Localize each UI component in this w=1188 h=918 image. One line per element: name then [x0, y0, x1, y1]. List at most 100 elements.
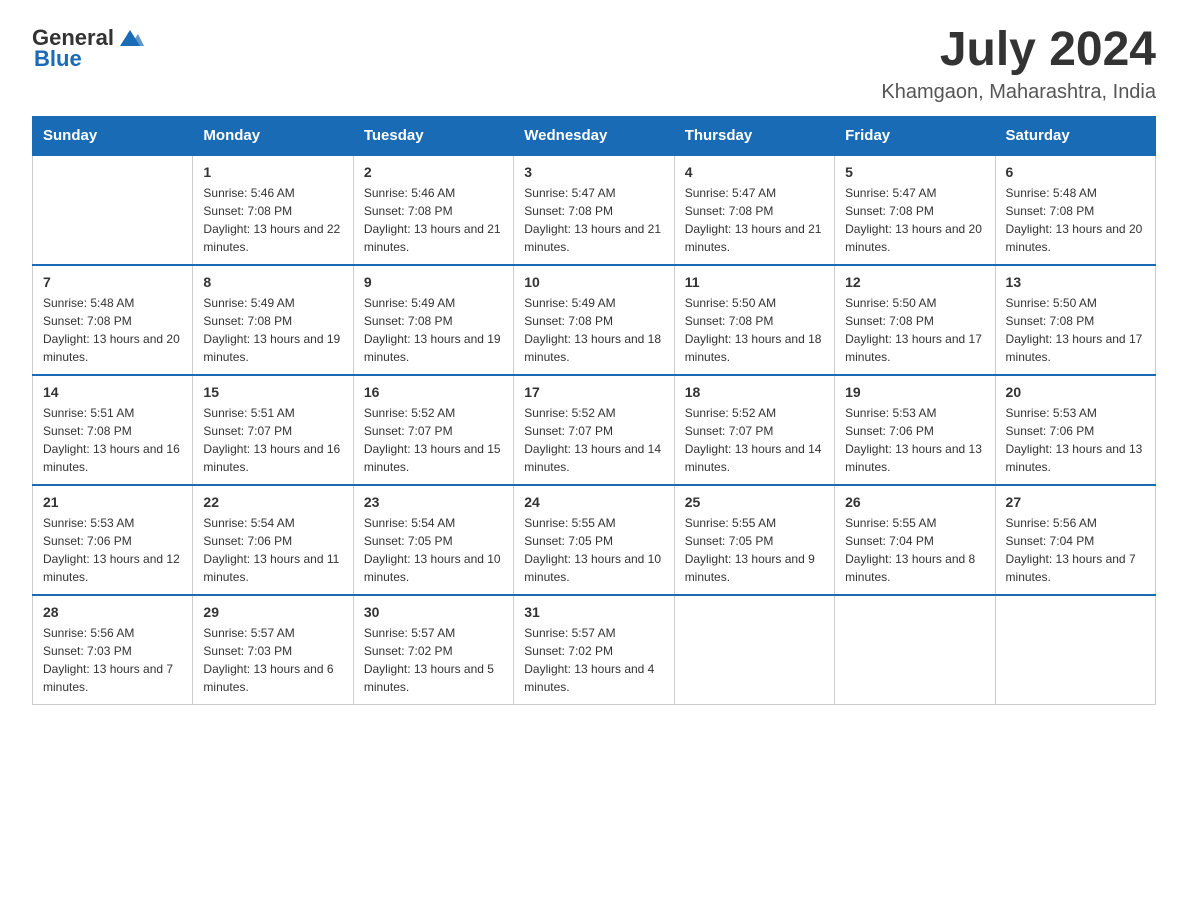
- day-info: Sunrise: 5:57 AMSunset: 7:02 PMDaylight:…: [524, 624, 663, 696]
- day-number: 14: [43, 384, 182, 400]
- day-info: Sunrise: 5:51 AMSunset: 7:07 PMDaylight:…: [203, 404, 342, 476]
- day-number: 23: [364, 494, 503, 510]
- calendar-day-cell: 1 Sunrise: 5:46 AMSunset: 7:08 PMDaylight…: [193, 155, 353, 265]
- calendar-day-cell: 18Sunrise: 5:52 AMSunset: 7:07 PMDayligh…: [674, 375, 834, 485]
- day-info: Sunrise: 5:53 AMSunset: 7:06 PMDaylight:…: [1006, 404, 1145, 476]
- day-of-week-header: Sunday: [33, 116, 193, 155]
- calendar-day-cell: [835, 595, 995, 705]
- calendar-day-cell: 22 Sunrise: 5:54 AMSunset: 7:06 PMDayligh…: [193, 485, 353, 595]
- day-info: Sunrise: 5:52 AMSunset: 7:07 PMDaylight:…: [524, 404, 663, 476]
- day-info: Sunrise: 5:53 AMSunset: 7:06 PMDaylight:…: [43, 514, 182, 586]
- day-info: Sunrise: 5:57 AMSunset: 7:02 PMDaylight:…: [364, 624, 503, 696]
- day-number: 13: [1006, 274, 1145, 290]
- calendar-day-cell: 29 Sunrise: 5:57 AMSunset: 7:03 PMDayligh…: [193, 595, 353, 705]
- calendar-day-cell: 5 Sunrise: 5:47 AMSunset: 7:08 PMDaylight…: [835, 155, 995, 265]
- day-number: 11: [685, 274, 824, 290]
- day-number: 20: [1006, 384, 1145, 400]
- day-number: 17: [524, 384, 663, 400]
- day-number: 31: [524, 604, 663, 620]
- day-number: 26: [845, 494, 984, 510]
- calendar-day-cell: 15 Sunrise: 5:51 AMSunset: 7:07 PMDayligh…: [193, 375, 353, 485]
- day-number: 22: [203, 494, 342, 510]
- calendar-day-cell: 24Sunrise: 5:55 AMSunset: 7:05 PMDayligh…: [514, 485, 674, 595]
- day-number: 16: [364, 384, 503, 400]
- day-number: 8: [203, 274, 342, 290]
- day-number: 5: [845, 164, 984, 180]
- calendar-day-cell: 2 Sunrise: 5:46 AMSunset: 7:08 PMDaylight…: [353, 155, 513, 265]
- day-info: Sunrise: 5:50 AMSunset: 7:08 PMDaylight:…: [845, 294, 984, 366]
- location-subtitle: Khamgaon, Maharashtra, India: [881, 81, 1156, 104]
- day-info: Sunrise: 5:48 AMSunset: 7:08 PMDaylight:…: [1006, 184, 1145, 256]
- calendar-day-cell: 16 Sunrise: 5:52 AMSunset: 7:07 PMDayligh…: [353, 375, 513, 485]
- day-number: 1: [203, 164, 342, 180]
- day-number: 18: [685, 384, 824, 400]
- calendar-day-cell: 12 Sunrise: 5:50 AMSunset: 7:08 PMDayligh…: [835, 265, 995, 375]
- day-number: 30: [364, 604, 503, 620]
- day-of-week-header: Friday: [835, 116, 995, 155]
- calendar-day-cell: 26Sunrise: 5:55 AMSunset: 7:04 PMDayligh…: [835, 485, 995, 595]
- calendar-day-cell: 13 Sunrise: 5:50 AMSunset: 7:08 PMDayligh…: [995, 265, 1155, 375]
- calendar-day-cell: 23Sunrise: 5:54 AMSunset: 7:05 PMDayligh…: [353, 485, 513, 595]
- calendar-day-cell: [33, 155, 193, 265]
- calendar-day-cell: 31 Sunrise: 5:57 AMSunset: 7:02 PMDayligh…: [514, 595, 674, 705]
- day-number: 27: [1006, 494, 1145, 510]
- day-number: 19: [845, 384, 984, 400]
- calendar-day-cell: 27 Sunrise: 5:56 AMSunset: 7:04 PMDayligh…: [995, 485, 1155, 595]
- day-info: Sunrise: 5:46 AMSunset: 7:08 PMDaylight:…: [364, 184, 503, 256]
- day-info: Sunrise: 5:50 AMSunset: 7:08 PMDaylight:…: [1006, 294, 1145, 366]
- day-of-week-header: Monday: [193, 116, 353, 155]
- day-info: Sunrise: 5:50 AMSunset: 7:08 PMDaylight:…: [685, 294, 824, 366]
- day-info: Sunrise: 5:53 AMSunset: 7:06 PMDaylight:…: [845, 404, 984, 476]
- logo-blue: Blue: [34, 46, 82, 72]
- calendar-day-cell: 21 Sunrise: 5:53 AMSunset: 7:06 PMDayligh…: [33, 485, 193, 595]
- calendar-week-row: 28 Sunrise: 5:56 AMSunset: 7:03 PMDayligh…: [33, 595, 1156, 705]
- day-info: Sunrise: 5:51 AMSunset: 7:08 PMDaylight:…: [43, 404, 182, 476]
- calendar-day-cell: 28 Sunrise: 5:56 AMSunset: 7:03 PMDayligh…: [33, 595, 193, 705]
- day-info: Sunrise: 5:49 AMSunset: 7:08 PMDaylight:…: [364, 294, 503, 366]
- day-number: 25: [685, 494, 824, 510]
- title-block: July 2024 Khamgaon, Maharashtra, India: [881, 24, 1156, 104]
- day-number: 12: [845, 274, 984, 290]
- day-info: Sunrise: 5:47 AMSunset: 7:08 PMDaylight:…: [845, 184, 984, 256]
- calendar-day-cell: 7Sunrise: 5:48 AMSunset: 7:08 PMDaylight…: [33, 265, 193, 375]
- day-number: 7: [43, 274, 182, 290]
- calendar-day-cell: [674, 595, 834, 705]
- day-number: 6: [1006, 164, 1145, 180]
- calendar-day-cell: 25 Sunrise: 5:55 AMSunset: 7:05 PMDayligh…: [674, 485, 834, 595]
- day-number: 28: [43, 604, 182, 620]
- calendar-table: SundayMondayTuesdayWednesdayThursdayFrid…: [32, 116, 1156, 705]
- day-number: 21: [43, 494, 182, 510]
- calendar-day-cell: 4Sunrise: 5:47 AMSunset: 7:08 PMDaylight…: [674, 155, 834, 265]
- day-number: 29: [203, 604, 342, 620]
- day-info: Sunrise: 5:54 AMSunset: 7:06 PMDaylight:…: [203, 514, 342, 586]
- day-number: 24: [524, 494, 663, 510]
- month-year-title: July 2024: [881, 24, 1156, 77]
- calendar-day-cell: 3Sunrise: 5:47 AMSunset: 7:08 PMDaylight…: [514, 155, 674, 265]
- calendar-week-row: 7Sunrise: 5:48 AMSunset: 7:08 PMDaylight…: [33, 265, 1156, 375]
- day-number: 2: [364, 164, 503, 180]
- day-number: 15: [203, 384, 342, 400]
- calendar-day-cell: 30 Sunrise: 5:57 AMSunset: 7:02 PMDayligh…: [353, 595, 513, 705]
- day-info: Sunrise: 5:46 AMSunset: 7:08 PMDaylight:…: [203, 184, 342, 256]
- calendar-day-cell: [995, 595, 1155, 705]
- calendar-day-cell: 8 Sunrise: 5:49 AMSunset: 7:08 PMDaylight…: [193, 265, 353, 375]
- day-info: Sunrise: 5:56 AMSunset: 7:04 PMDaylight:…: [1006, 514, 1145, 586]
- day-info: Sunrise: 5:57 AMSunset: 7:03 PMDaylight:…: [203, 624, 342, 696]
- page-header: General Blue July 2024 Khamgaon, Maharas…: [32, 24, 1156, 104]
- day-info: Sunrise: 5:49 AMSunset: 7:08 PMDaylight:…: [203, 294, 342, 366]
- logo: General Blue: [32, 24, 144, 72]
- calendar-week-row: 14 Sunrise: 5:51 AMSunset: 7:08 PMDayligh…: [33, 375, 1156, 485]
- calendar-day-cell: 11 Sunrise: 5:50 AMSunset: 7:08 PMDayligh…: [674, 265, 834, 375]
- day-info: Sunrise: 5:55 AMSunset: 7:05 PMDaylight:…: [685, 514, 824, 586]
- calendar-day-cell: 9 Sunrise: 5:49 AMSunset: 7:08 PMDaylight…: [353, 265, 513, 375]
- day-of-week-header: Tuesday: [353, 116, 513, 155]
- day-info: Sunrise: 5:56 AMSunset: 7:03 PMDaylight:…: [43, 624, 182, 696]
- day-info: Sunrise: 5:52 AMSunset: 7:07 PMDaylight:…: [364, 404, 503, 476]
- day-number: 9: [364, 274, 503, 290]
- day-of-week-header: Wednesday: [514, 116, 674, 155]
- calendar-day-cell: 14 Sunrise: 5:51 AMSunset: 7:08 PMDayligh…: [33, 375, 193, 485]
- day-number: 3: [524, 164, 663, 180]
- day-of-week-header: Saturday: [995, 116, 1155, 155]
- calendar-day-cell: 10Sunrise: 5:49 AMSunset: 7:08 PMDayligh…: [514, 265, 674, 375]
- calendar-header-row: SundayMondayTuesdayWednesdayThursdayFrid…: [33, 116, 1156, 155]
